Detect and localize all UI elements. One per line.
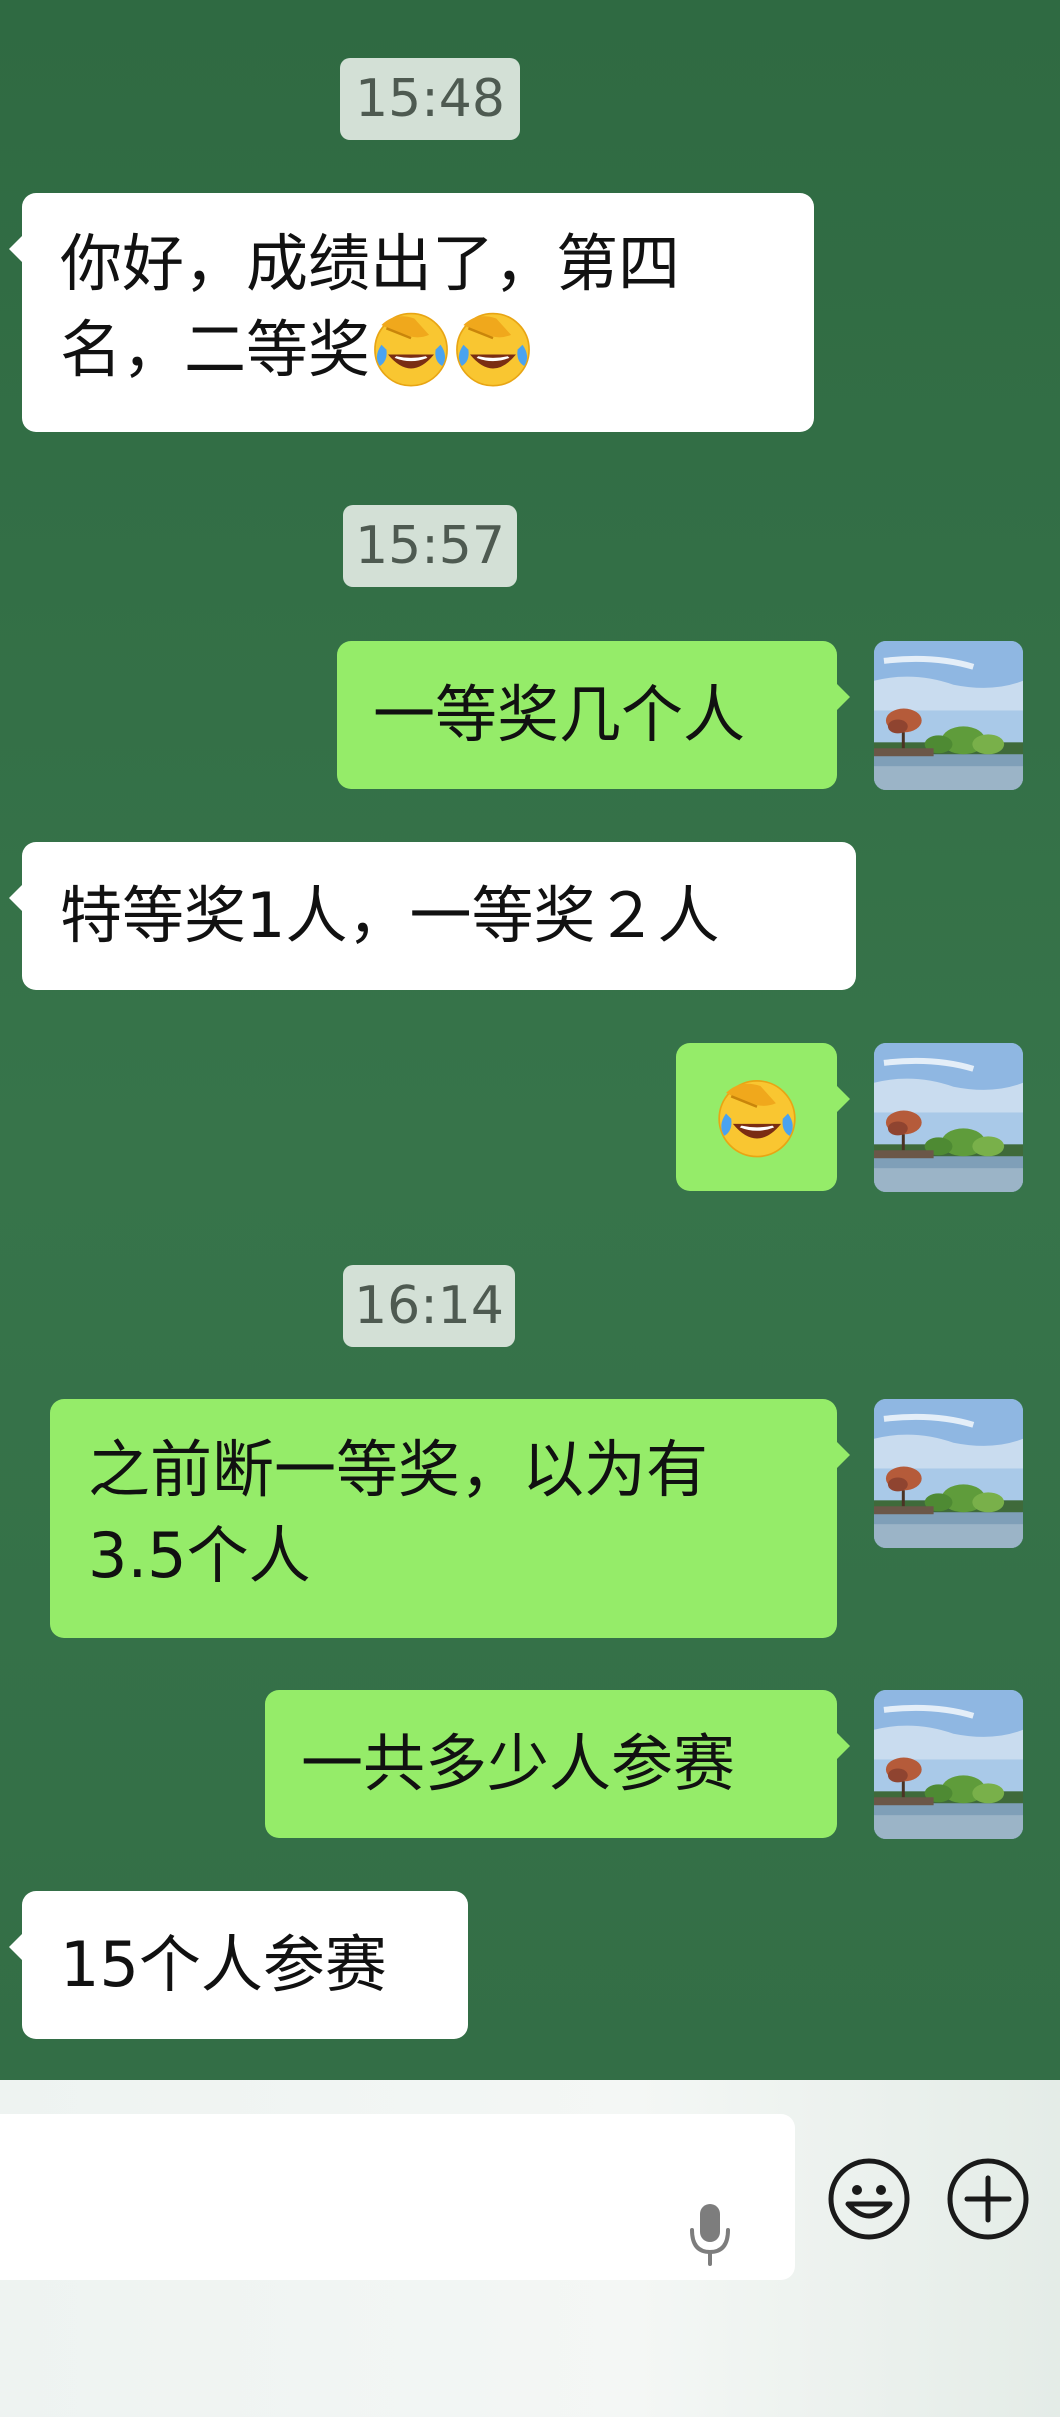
message-text-line: 3.5个人: [88, 1519, 311, 1592]
user-avatar[interactable]: [874, 1043, 1023, 1192]
message-text: 名，二等奖: [60, 313, 371, 386]
message-text: 一等奖几个人: [373, 678, 746, 751]
smiley-icon[interactable]: [826, 2156, 912, 2242]
incoming-message-bubble[interactable]: 15个人参赛: [9, 1891, 468, 2039]
message-text-line: 名，二等奖: [60, 307, 814, 395]
outgoing-message-bubble[interactable]: 之前断一等奖，以为有 3.5个人: [50, 1399, 850, 1638]
user-avatar[interactable]: [874, 1690, 1023, 1839]
message-text: 一共多少人参赛: [301, 1727, 736, 1800]
chat-message-area[interactable]: 15:48 你好，成绩出了，第四 名，二等奖 15:57 一等奖几个人 特等奖1…: [0, 0, 1060, 2080]
message-text-line: 之前断一等奖，以为有: [88, 1433, 709, 1506]
user-avatar[interactable]: [874, 641, 1023, 790]
incoming-message-bubble[interactable]: 你好，成绩出了，第四 名，二等奖: [9, 193, 814, 432]
user-avatar[interactable]: [874, 1399, 1023, 1548]
timestamp: 15:57: [343, 505, 517, 587]
incoming-message-bubble[interactable]: 特等奖1人，一等奖２人: [9, 842, 856, 990]
outgoing-message-bubble[interactable]: 一共多少人参赛: [265, 1690, 850, 1838]
microphone-icon[interactable]: [680, 2200, 740, 2270]
facepalm-laughing-emoji-icon: [714, 1074, 800, 1160]
timestamp: 16:14: [343, 1265, 515, 1347]
plus-circle-icon[interactable]: [945, 2156, 1031, 2242]
chat-input-bar: [0, 2080, 1060, 2417]
outgoing-message-bubble[interactable]: 一等奖几个人: [337, 641, 850, 789]
facepalm-laughing-emoji-icon: [370, 307, 452, 389]
message-text: 特等奖1人，一等奖２人: [60, 879, 720, 952]
message-text-line: 你好，成绩出了，第四: [60, 227, 681, 300]
timestamp: 15:48: [340, 58, 520, 140]
outgoing-message-bubble[interactable]: [676, 1043, 850, 1191]
message-input[interactable]: [0, 2114, 795, 2280]
facepalm-laughing-emoji-icon: [452, 307, 534, 389]
message-text: 15个人参赛: [60, 1928, 387, 2001]
